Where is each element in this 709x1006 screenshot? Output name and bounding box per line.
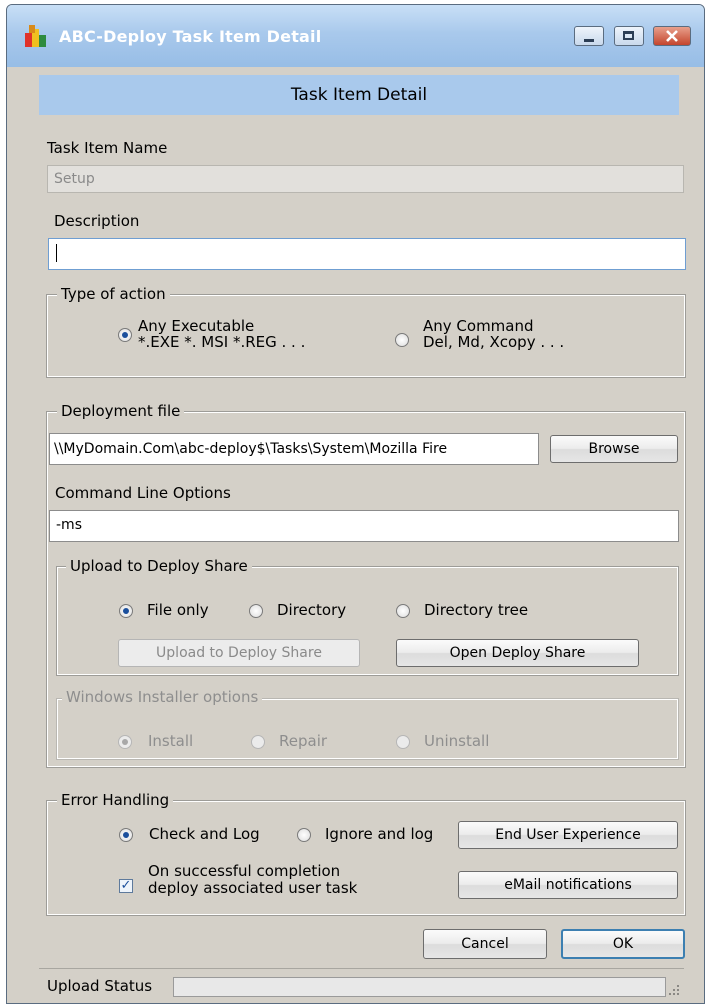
description-label: Description — [54, 212, 140, 230]
radio-file-only[interactable] — [119, 604, 133, 618]
upload-group-legend: Upload to Deploy Share — [66, 557, 252, 575]
browse-button[interactable]: Browse — [550, 435, 678, 463]
maximize-button[interactable] — [614, 26, 644, 46]
windows-installer-group — [56, 698, 679, 760]
ignore-and-log-label[interactable]: Ignore and log — [325, 825, 433, 843]
any-command-line1: Any Command — [423, 317, 534, 335]
upload-progress-bar — [173, 977, 666, 997]
any-executable-label[interactable]: Any Executable *.EXE *. MSI *.REG . . . — [138, 318, 305, 350]
radio-uninstall[interactable] — [396, 735, 410, 749]
close-button[interactable] — [653, 26, 691, 46]
uninstall-label[interactable]: Uninstall — [424, 732, 489, 750]
window-title: ABC-Deploy Task Item Detail — [59, 27, 322, 46]
ok-button[interactable]: OK — [561, 929, 685, 959]
command-line-options-input[interactable]: -ms — [49, 510, 679, 542]
client-area: Task Item Detail Task Item Name Setup De… — [7, 67, 704, 1003]
deploy-user-task-line2: deploy associated user task — [148, 879, 358, 897]
repair-label[interactable]: Repair — [279, 732, 327, 750]
deploy-user-task-checkbox[interactable]: ✓ — [119, 879, 133, 893]
radio-repair[interactable] — [251, 735, 265, 749]
any-command-label[interactable]: Any Command Del, Md, Xcopy . . . — [423, 318, 564, 350]
radio-any-executable[interactable] — [118, 328, 132, 342]
install-label[interactable]: Install — [148, 732, 193, 750]
text-caret — [56, 244, 57, 262]
radio-install[interactable] — [118, 735, 132, 749]
email-notifications-button[interactable]: eMail notifications — [458, 871, 678, 899]
minimize-icon — [584, 39, 594, 42]
windows-installer-legend: Windows Installer options — [62, 688, 263, 706]
radio-directory-tree[interactable] — [396, 604, 410, 618]
app-icon — [25, 25, 46, 47]
directory-tree-label[interactable]: Directory tree — [424, 601, 528, 619]
open-deploy-share-button[interactable]: Open Deploy Share — [396, 639, 639, 667]
maximize-icon — [623, 31, 634, 40]
page-header: Task Item Detail — [39, 75, 679, 115]
cancel-button[interactable]: Cancel — [423, 929, 547, 959]
check-and-log-label[interactable]: Check and Log — [149, 825, 260, 843]
deploy-user-task-line1: On successful completion — [148, 862, 341, 880]
minimize-button[interactable] — [574, 26, 604, 46]
deploy-user-task-label[interactable]: On successful completion deploy associat… — [148, 863, 357, 897]
dialog-window: ABC-Deploy Task Item Detail Task Item De… — [6, 4, 705, 1004]
task-item-name-field: Setup — [47, 165, 684, 193]
deployment-file-path-input[interactable]: \\MyDomain.Com\abc-deploy$\Tasks\System\… — [49, 433, 539, 465]
task-item-name-label: Task Item Name — [47, 139, 168, 157]
command-line-options-label: Command Line Options — [55, 484, 231, 502]
close-icon — [666, 30, 678, 42]
radio-ignore-and-log[interactable] — [297, 828, 311, 842]
resize-grip-icon[interactable] — [668, 984, 680, 996]
description-input[interactable] — [48, 238, 686, 270]
any-executable-line2: *.EXE *. MSI *.REG . . . — [138, 333, 306, 351]
radio-check-and-log[interactable] — [119, 828, 133, 842]
any-executable-line1: Any Executable — [138, 317, 255, 335]
file-only-label[interactable]: File only — [147, 601, 209, 619]
deployment-file-legend: Deployment file — [57, 402, 185, 420]
error-handling-legend: Error Handling — [57, 791, 174, 809]
title-bar[interactable]: ABC-Deploy Task Item Detail — [7, 5, 704, 67]
radio-directory[interactable] — [249, 604, 263, 618]
directory-label[interactable]: Directory — [277, 601, 346, 619]
type-of-action-legend: Type of action — [57, 285, 170, 303]
any-command-line2: Del, Md, Xcopy . . . — [423, 333, 565, 351]
upload-status-label: Upload Status — [47, 977, 153, 995]
radio-any-command[interactable] — [395, 333, 409, 347]
end-user-experience-button[interactable]: End User Experience — [458, 821, 678, 849]
upload-to-deploy-share-button[interactable]: Upload to Deploy Share — [118, 639, 360, 667]
